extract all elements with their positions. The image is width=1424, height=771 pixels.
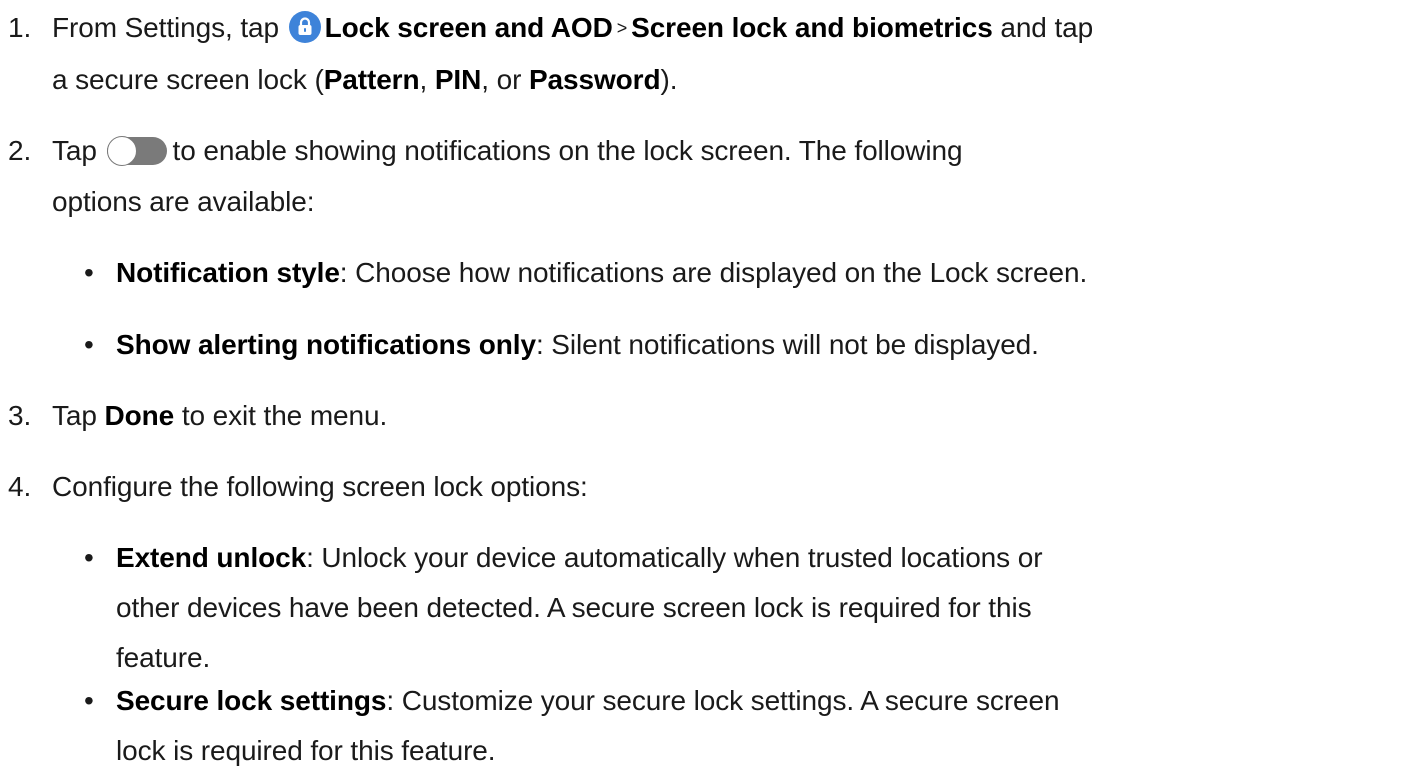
option-separator-2: , or xyxy=(481,64,529,95)
desc-extend-unlock-3: feature. xyxy=(116,642,211,673)
toggle-knob xyxy=(106,136,137,166)
option-password: Password xyxy=(528,64,661,95)
lock-icon xyxy=(288,11,321,43)
option-pin: PIN xyxy=(434,64,482,95)
step-2-pre: Tap xyxy=(52,135,97,166)
bullet-text: Secure lock settings: Customize your sec… xyxy=(116,681,1060,721)
step-3-text: Tap Done to exit the menu. xyxy=(52,396,387,436)
step-3-number: 3. xyxy=(8,400,32,431)
bullet-text: Show alerting notifications only: Silent… xyxy=(116,325,1039,365)
step-4-text: Configure the following screen lock opti… xyxy=(52,471,588,502)
toggle-switch-icon xyxy=(106,136,167,166)
desc-extend-unlock-1: : Unlock your device automatically when … xyxy=(306,542,1043,573)
bullet-text: Extend unlock: Unlock your device automa… xyxy=(116,538,1043,578)
option-pattern: Pattern xyxy=(323,64,420,95)
desc-secure-lock-settings-2: lock is required for this feature. xyxy=(116,735,496,766)
step-2-line2-text: options are available: xyxy=(52,186,315,217)
step-3-pre: Tap xyxy=(52,400,97,431)
step-4-bullet-2-line-2: lock is required for this feature. xyxy=(116,731,496,771)
step-2-number: 2. xyxy=(8,135,32,166)
menu-lock-screen-aod: Lock screen and AOD xyxy=(324,12,613,43)
bullet-dot: • xyxy=(84,685,94,716)
term-notification-style: Notification style xyxy=(116,257,340,288)
step-1-number: 1. xyxy=(8,12,32,43)
step-3-post: to exit the menu. xyxy=(181,400,388,431)
desc-secure-lock-settings-1: : Customize your secure lock settings. A… xyxy=(386,685,1060,716)
step-4-bullet-1-line-2: other devices have been detected. A secu… xyxy=(116,588,1032,628)
step-2-line-2: options are available: xyxy=(52,182,315,222)
instructions-page: 1. From Settings, tap Lock screen and AO… xyxy=(0,0,1424,766)
bullet-dot: • xyxy=(84,329,94,360)
step-2-post: to enable showing notifications on the l… xyxy=(172,135,963,166)
option-separator-1: , xyxy=(419,64,435,95)
step-1-line2-post: ). xyxy=(660,64,678,95)
menu-separator: > xyxy=(616,18,628,38)
desc-notification-style: : Choose how notifications are displayed… xyxy=(339,257,1088,288)
step-1-post: and tap xyxy=(1000,12,1094,43)
desc-extend-unlock-2: other devices have been detected. A secu… xyxy=(116,592,1032,623)
term-extend-unlock: Extend unlock xyxy=(116,542,307,573)
step-1-line2-pre: a secure screen lock ( xyxy=(52,64,324,95)
step-4-bullet-1-line-3: feature. xyxy=(116,638,210,678)
term-done: Done xyxy=(104,400,175,431)
step-1-pre: From Settings, tap xyxy=(52,12,279,43)
desc-show-alerting-notifications: : Silent notifications will not be displ… xyxy=(535,329,1039,360)
step-2-text: Tap to enable showing notifications on t… xyxy=(52,131,963,171)
bullet-dot: • xyxy=(84,257,94,288)
step-1-line-2: a secure screen lock (Pattern, PIN, or P… xyxy=(52,60,677,100)
step-4-number: 4. xyxy=(8,471,32,502)
term-secure-lock-settings: Secure lock settings xyxy=(116,685,387,716)
term-show-alerting-notifications: Show alerting notifications only xyxy=(116,329,536,360)
bullet-text: Notification style: Choose how notificat… xyxy=(116,253,1087,293)
menu-screen-lock-biometrics: Screen lock and biometrics xyxy=(631,12,993,43)
step-1-text: From Settings, tap Lock screen and AOD > S… xyxy=(52,8,1093,48)
bullet-dot: • xyxy=(84,542,94,573)
